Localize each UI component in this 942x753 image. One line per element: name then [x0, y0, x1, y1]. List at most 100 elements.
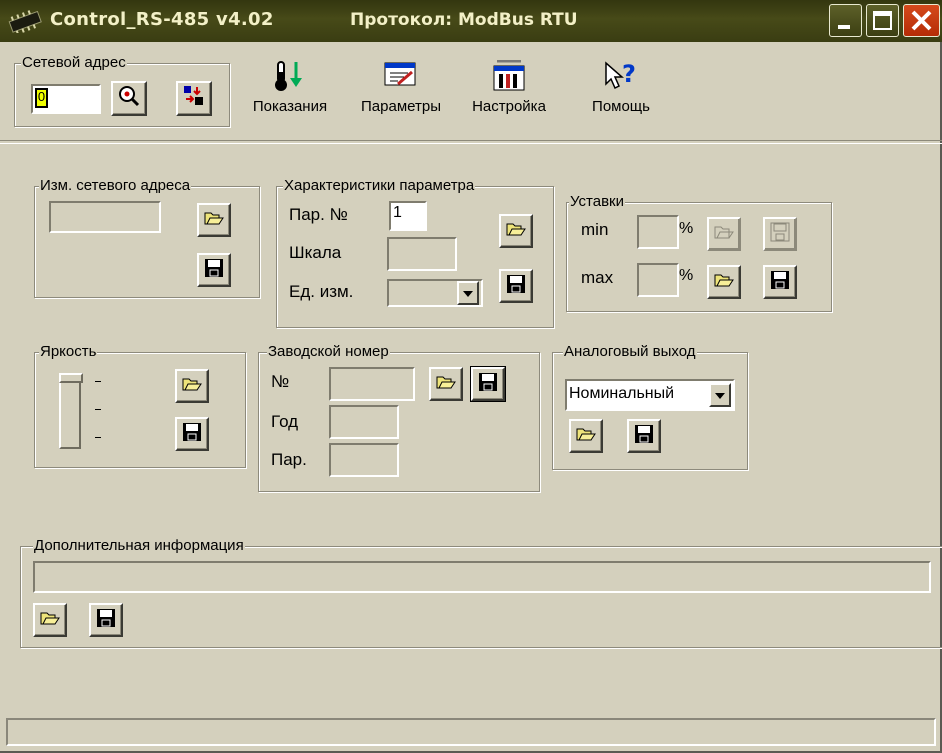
close-icon: [904, 10, 939, 40]
floppy-disk-icon: [770, 222, 790, 247]
param-characteristics-group: Характеристики параметра Пар. № 1 Шкала …: [276, 178, 554, 328]
unit-label: Ед. изм.: [289, 282, 354, 301]
svg-text:?: ?: [622, 60, 636, 88]
serial-number-group: Заводской номер № Год Пар.: [258, 344, 540, 492]
additional-info-legend: Дополнительная информация: [33, 537, 245, 554]
additional-info-open-button[interactable]: [33, 603, 67, 637]
max-save-button[interactable]: [763, 265, 797, 299]
min-percent: %: [679, 220, 694, 237]
serial-open-button[interactable]: [429, 367, 463, 401]
network-address-value: 0: [35, 88, 48, 108]
network-address-group: Сетевой адрес 0: [14, 55, 230, 127]
change-address-open-button[interactable]: [197, 203, 231, 237]
close-button[interactable]: [903, 4, 940, 37]
analog-output-value: Номинальный: [569, 385, 675, 402]
maximize-icon: [867, 11, 898, 40]
max-open-button[interactable]: [707, 265, 741, 299]
floppy-disk-icon: [478, 372, 498, 397]
max-label: max: [581, 268, 614, 287]
status-bar: [6, 718, 936, 746]
transfer-arrow-icon: [183, 85, 205, 112]
search-address-button[interactable]: [111, 81, 147, 116]
analog-output-group: Аналоговый выход Номинальный: [552, 344, 748, 470]
param-no-input[interactable]: 1: [389, 201, 427, 231]
floppy-disk-icon: [182, 422, 202, 447]
analog-output-arrow[interactable]: [709, 383, 731, 407]
folder-open-icon: [714, 272, 734, 293]
analog-output-open-button[interactable]: [569, 419, 603, 453]
scale-label: Шкала: [289, 243, 342, 262]
change-address-save-button[interactable]: [197, 253, 231, 287]
additional-info-save-button[interactable]: [89, 603, 123, 637]
year-input[interactable]: [329, 405, 399, 439]
max-percent: %: [679, 267, 694, 284]
slider-tick: [95, 409, 101, 410]
year-label: Год: [271, 412, 299, 431]
maximize-button[interactable]: [866, 4, 899, 37]
param-save-button[interactable]: [499, 269, 533, 303]
folder-open-icon: [40, 610, 60, 631]
brightness-slider[interactable]: [59, 373, 83, 449]
analog-output-save-button[interactable]: [627, 419, 661, 453]
min-save-button[interactable]: [763, 217, 797, 251]
scale-input[interactable]: [387, 237, 457, 271]
floppy-disk-icon: [506, 274, 526, 299]
params-tool[interactable]: Параметры: [349, 60, 453, 115]
minimize-button[interactable]: [829, 4, 862, 37]
max-input[interactable]: [637, 263, 679, 297]
params-label: Параметры: [361, 98, 441, 115]
settings-tool[interactable]: Настройка: [453, 59, 565, 115]
connect-button[interactable]: [176, 81, 212, 116]
help-tool[interactable]: ? Помощь: [589, 60, 653, 115]
minimize-icon: [830, 23, 861, 40]
min-label: min: [581, 220, 609, 239]
help-label: Помощь: [592, 98, 650, 115]
floppy-disk-icon: [96, 608, 116, 633]
new-address-input[interactable]: [49, 201, 161, 233]
batch-input[interactable]: [329, 443, 399, 477]
change-address-group: Изм. сетевого адреса: [34, 178, 260, 298]
protocol-label: Протокол: ModBus RTU: [350, 10, 578, 30]
brightness-open-button[interactable]: [175, 369, 209, 403]
main-window: Control_RS-485 v4.02 Протокол: ModBus RT…: [0, 0, 942, 753]
app-chip-icon: [6, 9, 46, 38]
setpoints-legend: Уставки: [569, 193, 625, 210]
floppy-disk-icon: [204, 258, 224, 283]
window-title: Control_RS-485 v4.02: [50, 9, 274, 30]
toolbar-separator: [0, 140, 942, 144]
folder-open-icon: [576, 426, 596, 447]
brightness-slider-thumb[interactable]: [59, 373, 83, 383]
serial-no-input[interactable]: [329, 367, 415, 401]
additional-info-input[interactable]: [33, 561, 931, 593]
parameters-icon: [384, 60, 418, 94]
network-address-legend: Сетевой адрес: [21, 54, 127, 71]
folder-open-icon: [506, 221, 526, 242]
folder-open-icon: [436, 374, 456, 395]
serial-save-button[interactable]: [470, 366, 506, 402]
analog-output-legend: Аналоговый выход: [563, 343, 697, 360]
thermometer-icon: [274, 60, 306, 94]
toolbox-icon: [492, 59, 526, 94]
param-open-button[interactable]: [499, 214, 533, 248]
unit-select-arrow[interactable]: [457, 281, 479, 305]
param-no-label: Пар. №: [289, 205, 348, 224]
slider-tick: [95, 437, 101, 438]
title-bar[interactable]: Control_RS-485 v4.02 Протокол: ModBus RT…: [0, 0, 942, 42]
change-address-legend: Изм. сетевого адреса: [39, 177, 192, 194]
settings-label: Настройка: [472, 98, 546, 115]
setpoints-group: Уставки min % max %: [566, 194, 832, 312]
network-address-input[interactable]: 0: [31, 84, 101, 114]
folder-open-icon: [204, 210, 224, 231]
min-open-button[interactable]: [707, 217, 741, 251]
brightness-save-button[interactable]: [175, 417, 209, 451]
readings-tool[interactable]: Показания: [236, 60, 344, 115]
batch-label: Пар.: [271, 450, 307, 469]
floppy-disk-icon: [634, 424, 654, 449]
chevron-down-icon: [715, 386, 725, 404]
brightness-legend: Яркость: [39, 343, 98, 360]
serial-number-legend: Заводской номер: [267, 343, 390, 360]
param-characteristics-legend: Характеристики параметра: [283, 177, 476, 194]
min-input[interactable]: [637, 215, 679, 249]
readings-label: Показания: [252, 98, 328, 115]
brightness-group: Яркость: [34, 344, 246, 468]
